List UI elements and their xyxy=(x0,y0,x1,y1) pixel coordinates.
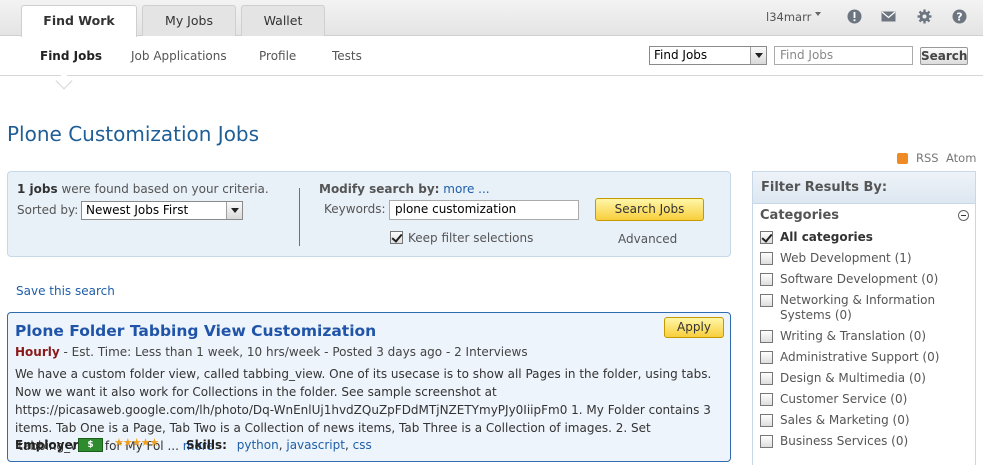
modify-search-text: Modify search by: more ... xyxy=(319,182,490,196)
keywords-label: Keywords: xyxy=(324,202,386,216)
category-checkbox[interactable] xyxy=(760,414,773,427)
advanced-search-link[interactable]: Advanced xyxy=(618,232,677,246)
category-label[interactable]: Administrative Support (0) xyxy=(780,350,970,365)
skills-row: Skills: python, javascript, css xyxy=(186,438,372,452)
job-footer: Employer: xyxy=(15,438,83,452)
filter-title: Filter Results By: xyxy=(753,172,975,204)
filter-panel: Filter Results By: Categories All catego… xyxy=(752,171,976,465)
search-input[interactable]: Find Jobs xyxy=(774,46,913,65)
category-label[interactable]: Business Services (0) xyxy=(780,434,970,449)
category-label[interactable]: Design & Multimedia (0) xyxy=(780,371,970,386)
category-label[interactable]: Web Development (1) xyxy=(780,251,970,266)
subnav-tests[interactable]: Tests xyxy=(332,49,362,63)
employer-label: Employer: xyxy=(15,438,84,452)
tab-find-work[interactable]: Find Work xyxy=(21,5,137,37)
mail-icon[interactable] xyxy=(881,9,896,24)
subnav-profile[interactable]: Profile xyxy=(259,49,296,63)
categories-heading: Categories xyxy=(760,208,840,223)
search-scope-select[interactable]: Find Jobs xyxy=(649,46,767,65)
atom-link[interactable]: Atom xyxy=(946,151,976,165)
sort-select[interactable]: Newest Jobs First xyxy=(81,201,243,220)
user-menu[interactable]: l34marr xyxy=(766,10,811,24)
category-label[interactable]: Software Development (0) xyxy=(780,272,970,287)
page-title: Plone Customization Jobs xyxy=(7,122,260,146)
category-checkbox[interactable] xyxy=(760,294,773,307)
alert-icon[interactable] xyxy=(847,9,862,24)
category-checkbox[interactable] xyxy=(760,273,773,286)
keep-filter-checkbox[interactable] xyxy=(390,231,403,244)
top-bar: Find Work My Jobs Wallet l34marr ? xyxy=(0,0,983,37)
search-scope-value: Find Jobs xyxy=(654,48,708,62)
dropdown-arrow-icon xyxy=(750,47,766,64)
job-type: Hourly xyxy=(15,345,60,359)
job-card: Plone Folder Tabbing View Customization … xyxy=(7,312,731,462)
category-checkbox[interactable] xyxy=(760,435,773,448)
apply-button[interactable]: Apply xyxy=(664,317,724,338)
results-count-text: 1 jobs were found based on your criteria… xyxy=(17,182,269,196)
minus-circle-icon[interactable] xyxy=(958,210,969,221)
rss-link[interactable]: RSS xyxy=(916,151,939,165)
skill-link[interactable]: python xyxy=(237,438,279,452)
category-label[interactable]: Networking & Information Systems (0) xyxy=(780,293,970,323)
keywords-input[interactable]: plone customization xyxy=(389,200,579,220)
keep-filter-label: Keep filter selections xyxy=(408,231,534,245)
rss-icon[interactable] xyxy=(897,153,908,164)
category-checkbox[interactable] xyxy=(760,372,773,385)
rating-stars: ★★★★★ xyxy=(114,436,159,449)
sub-navigation: Find Jobs Job Applications Profile Tests… xyxy=(0,37,983,76)
tab-wallet[interactable]: Wallet xyxy=(241,5,325,36)
save-search-link[interactable]: Save this search xyxy=(16,284,115,298)
search-jobs-button[interactable]: Search Jobs xyxy=(595,198,704,221)
sort-select-value: Newest Jobs First xyxy=(86,203,189,217)
category-checkbox[interactable] xyxy=(760,330,773,343)
category-checkbox[interactable] xyxy=(760,252,773,265)
category-label[interactable]: All categories xyxy=(780,230,970,245)
skills-label: Skills: xyxy=(186,438,227,452)
summary-divider xyxy=(299,188,300,246)
search-button[interactable]: Search xyxy=(920,47,968,65)
job-title-link[interactable]: Plone Folder Tabbing View Customization xyxy=(15,322,376,340)
skill-link[interactable]: javascript xyxy=(286,438,345,452)
sorted-by-label: Sorted by: xyxy=(17,203,79,217)
gear-icon[interactable] xyxy=(917,9,932,24)
skill-link[interactable]: css xyxy=(353,438,372,452)
subnav-job-applications[interactable]: Job Applications xyxy=(131,49,227,63)
dropdown-arrow-icon xyxy=(226,202,242,219)
category-label[interactable]: Customer Service (0) xyxy=(780,392,970,407)
more-options-link[interactable]: more ... xyxy=(443,182,489,196)
caret-down-icon[interactable] xyxy=(815,12,821,16)
category-label[interactable]: Sales & Marketing (0) xyxy=(780,413,970,428)
money-icon: $ xyxy=(78,438,103,452)
job-meta: Hourly - Est. Time: Less than 1 week, 10… xyxy=(15,345,528,359)
category-checkbox[interactable] xyxy=(760,393,773,406)
help-icon[interactable]: ? xyxy=(952,9,967,24)
tab-my-jobs[interactable]: My Jobs xyxy=(142,5,236,36)
category-checkbox[interactable] xyxy=(760,351,773,364)
category-checkbox[interactable] xyxy=(760,231,773,244)
search-summary-panel: 1 jobs were found based on your criteria… xyxy=(7,171,731,257)
subnav-find-jobs[interactable]: Find Jobs xyxy=(40,49,102,63)
svg-text:?: ? xyxy=(956,11,962,24)
category-label[interactable]: Writing & Translation (0) xyxy=(780,329,970,344)
